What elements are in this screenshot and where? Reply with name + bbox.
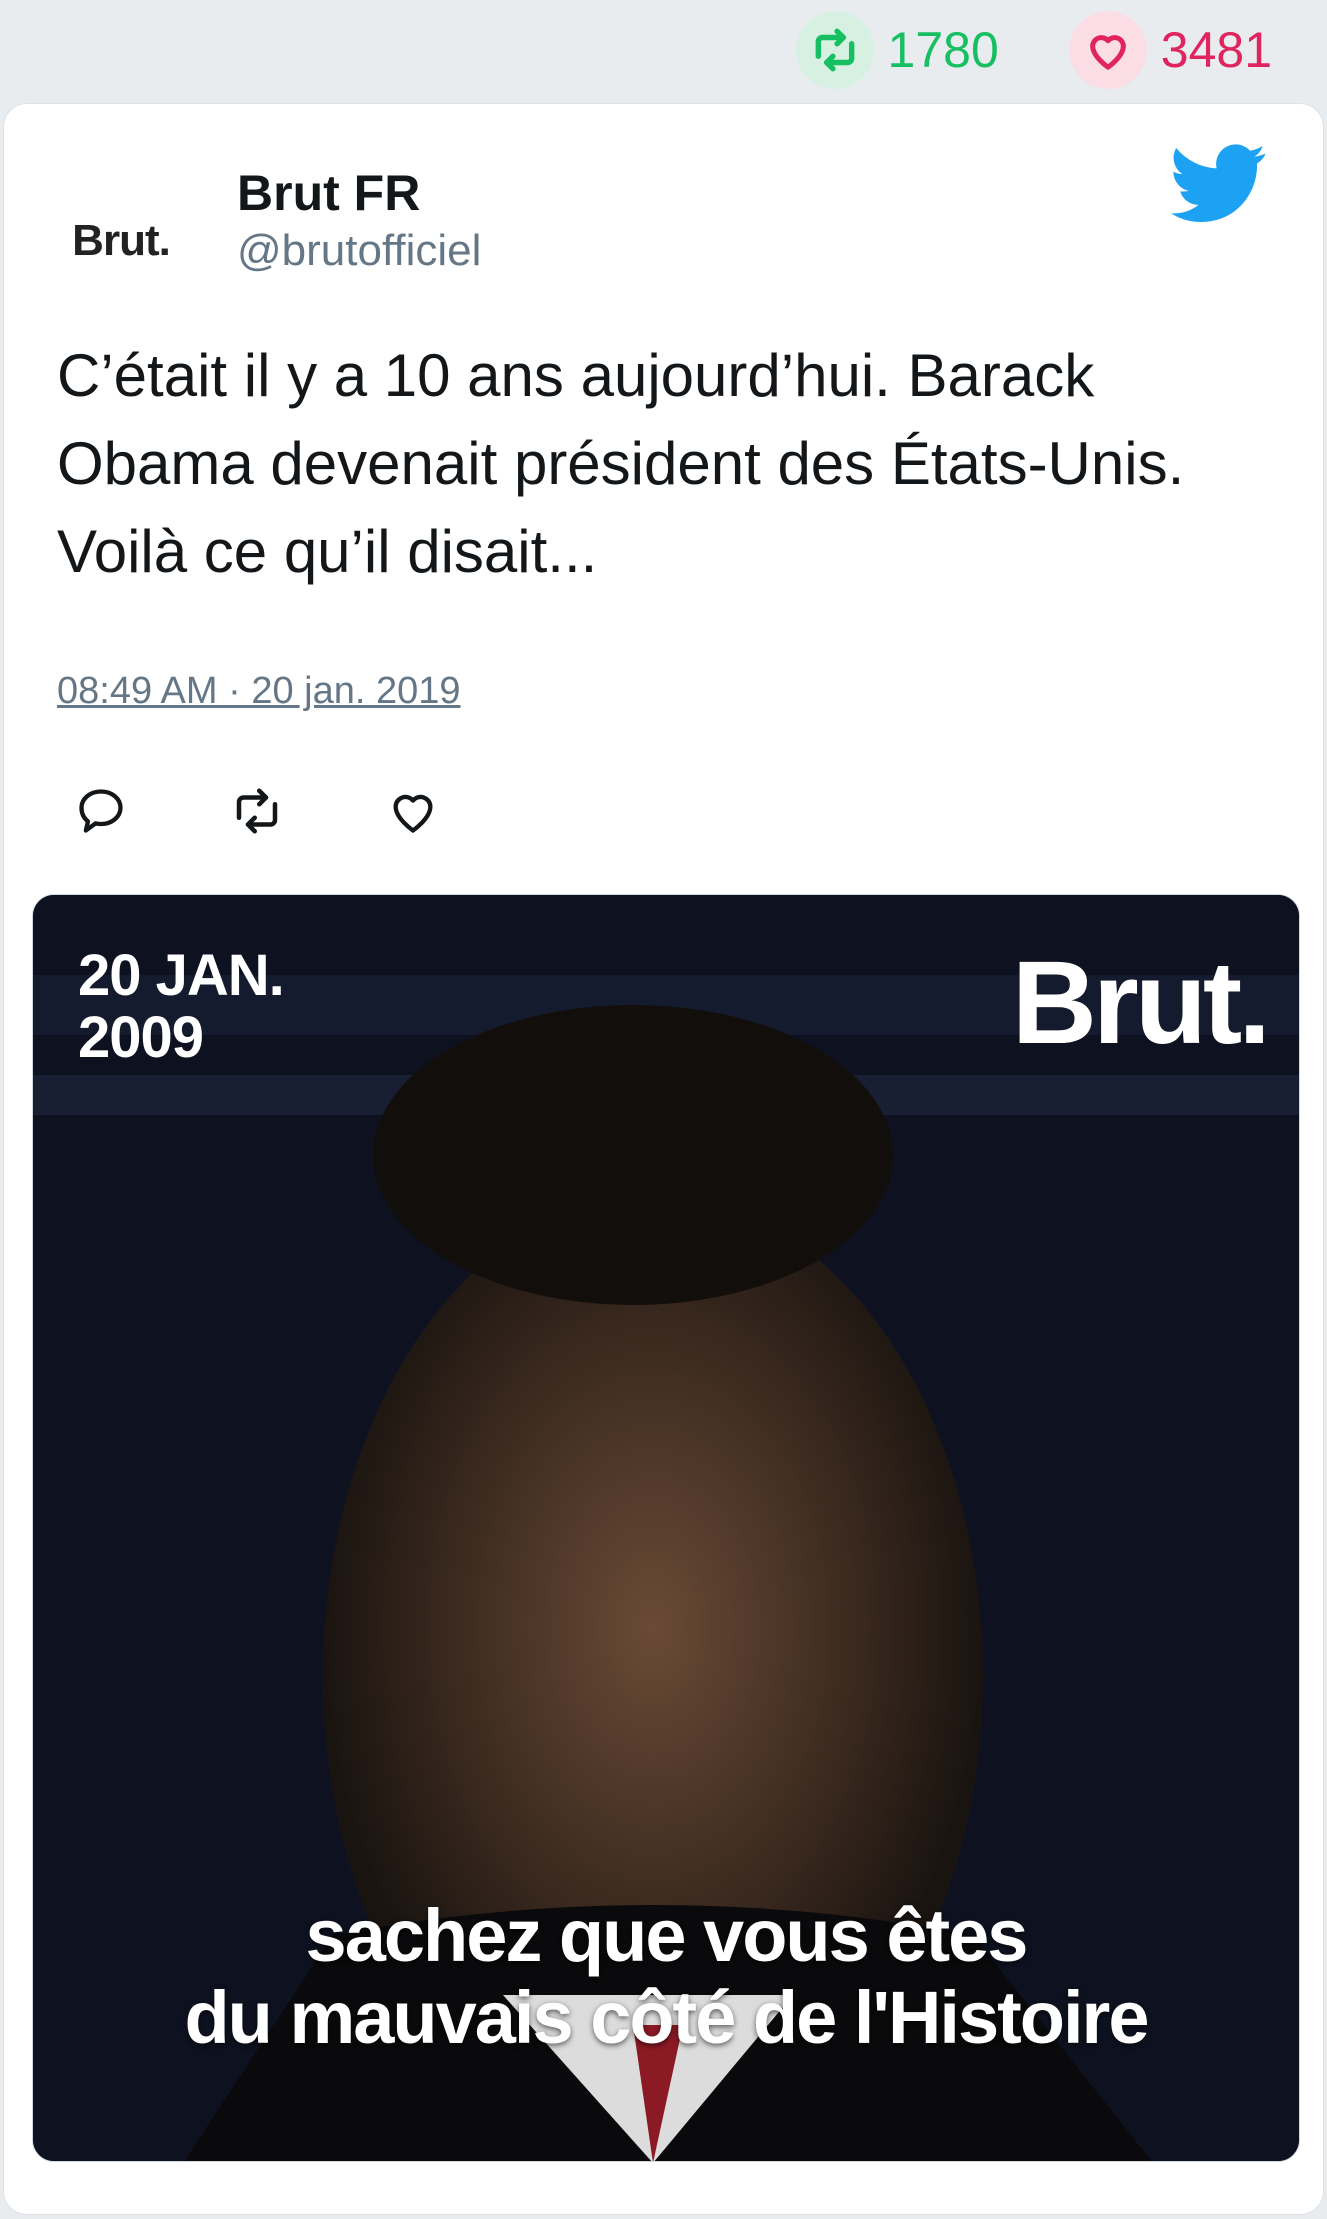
like-stat[interactable]: 3481	[1068, 11, 1272, 89]
avatar-logo: Brut.	[72, 216, 171, 265]
video-date-line2: 2009	[78, 1005, 204, 1070]
video-subtitle-line1: sachez que vous êtes	[305, 1894, 1029, 1977]
video-date-overlay: 20 JAN. 2009	[78, 943, 285, 1070]
author-name[interactable]: Brut FR	[237, 164, 420, 222]
video-brand-logo: Brut.	[1011, 937, 1271, 1069]
like-count: 3481	[1160, 22, 1272, 78]
author-handle[interactable]: @brutofficiel	[237, 226, 481, 276]
tweet-video-thumbnail[interactable]: 20 JAN. 2009 Brut. sachez que vous êtes …	[32, 894, 1300, 2162]
video-subtitle-line2: du mauvais côté de l'Histoire	[184, 1976, 1149, 2059]
tweet-card: Brut. Brut FR @brutofficiel C’était il y…	[3, 103, 1324, 2215]
retweet-button[interactable]	[230, 784, 284, 838]
retweet-icon	[236, 788, 278, 834]
retweet-count: 1780	[887, 22, 999, 78]
video-subtitle: sachez que vous êtes du mauvais côté de …	[33, 1895, 1299, 2059]
twitter-bird-icon[interactable]	[1170, 144, 1268, 224]
tweet-stats-bar: 1780 3481	[0, 0, 1327, 100]
reply-button[interactable]	[74, 784, 128, 838]
tweet-timestamp[interactable]: 08:49 AM · 20 jan. 2019	[57, 670, 461, 713]
tweet-text: C’était il y a 10 ans aujourd’hui. Barac…	[57, 342, 1185, 585]
retweet-stat[interactable]: 1780	[795, 11, 999, 89]
reply-icon	[79, 789, 123, 833]
heart-icon	[393, 794, 433, 833]
heart-icon	[1068, 11, 1147, 89]
retweet-icon	[795, 11, 874, 89]
like-button[interactable]	[386, 784, 440, 838]
avatar[interactable]: Brut.	[56, 176, 186, 306]
tweet-actions	[74, 784, 440, 838]
video-date-line1: 20 JAN.	[78, 943, 285, 1008]
